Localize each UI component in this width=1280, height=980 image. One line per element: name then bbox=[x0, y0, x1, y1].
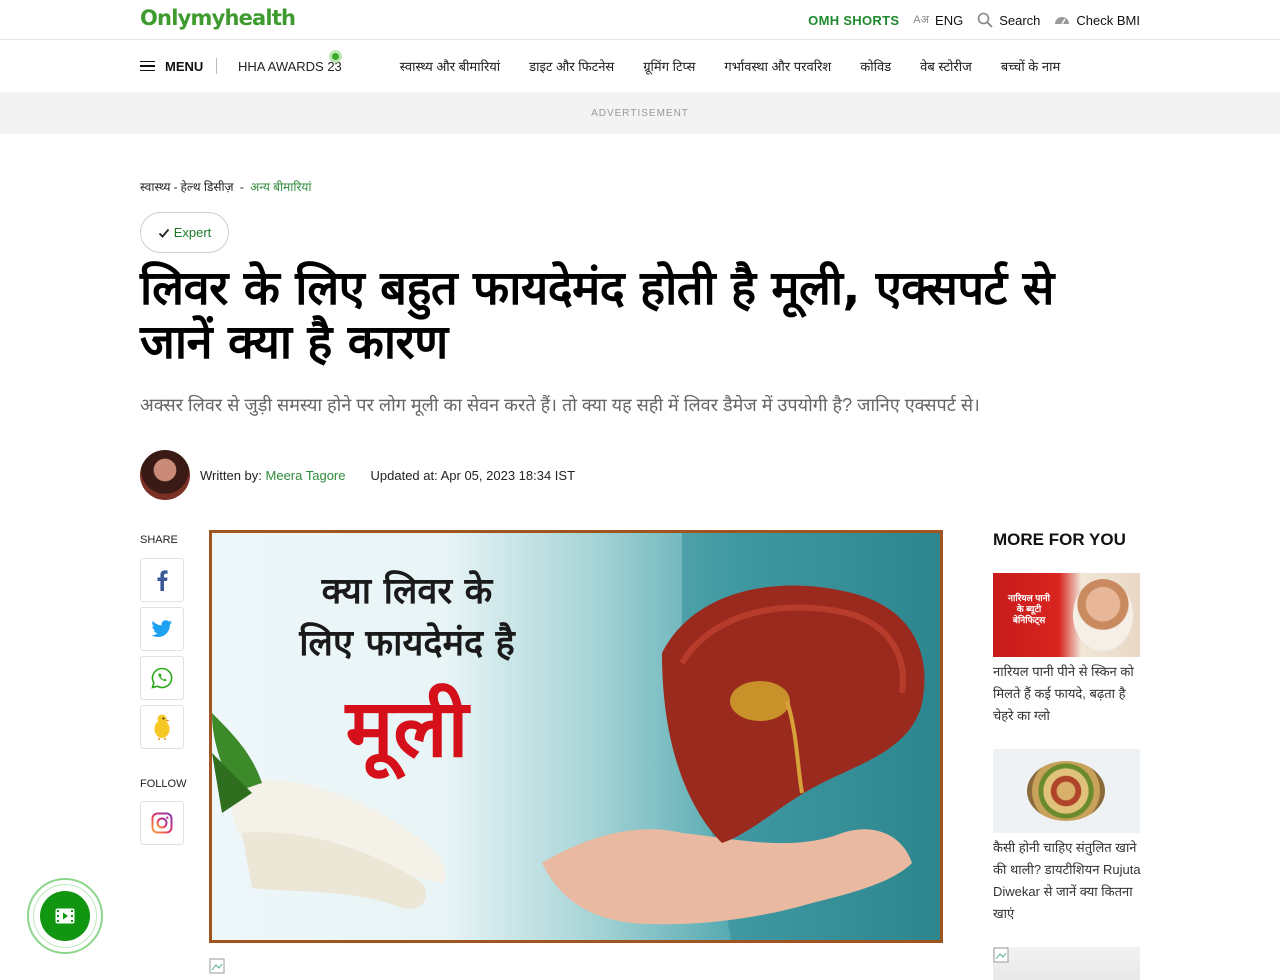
top-right-actions: OMH SHORTS Aअ ENG Search Check BMI bbox=[808, 0, 1140, 40]
article-title: लिवर के लिए बहुत फायदेमंद होती है मूली, … bbox=[140, 261, 1054, 370]
breadcrumb-item-health[interactable]: स्वास्थ्य bbox=[140, 180, 170, 194]
nav-item-hha-awards[interactable]: HHA AWARDS 23 bbox=[238, 59, 342, 74]
main-nav: MENU HHA AWARDS 23 स्वास्थ्य और बीमारिया… bbox=[0, 40, 1280, 92]
menu-button[interactable]: MENU bbox=[140, 40, 218, 92]
twitter-share-button[interactable] bbox=[140, 607, 184, 651]
article-summary: अक्सर लिवर से जुड़ी समस्या होने पर लोग म… bbox=[140, 395, 980, 415]
sidebar-card-1-photo bbox=[1073, 579, 1133, 651]
gauge-icon bbox=[1055, 17, 1070, 25]
top-bar: Onlymyhealth OMH SHORTS Aअ ENG Search Ch… bbox=[0, 0, 1280, 40]
omh-shorts-link[interactable]: OMH SHORTS bbox=[808, 13, 899, 28]
site-logo[interactable]: Onlymyhealth bbox=[140, 6, 296, 30]
language-icon: Aअ bbox=[913, 13, 930, 26]
check-icon bbox=[158, 228, 169, 238]
nav-items: HHA AWARDS 23 स्वास्थ्य और बीमारियां डाइ… bbox=[238, 40, 1060, 92]
search-button[interactable]: Search bbox=[977, 12, 1040, 28]
nav-item-covid[interactable]: कोविड bbox=[860, 57, 891, 75]
broken-image-icon bbox=[993, 947, 1009, 963]
menu-label: MENU bbox=[165, 58, 204, 74]
breadcrumb: स्वास्थ्य - हेल्थ डिसीज़ - अन्य बीमारियां bbox=[140, 180, 312, 194]
instagram-follow-button[interactable] bbox=[140, 801, 184, 845]
expert-label: Expert bbox=[173, 225, 212, 240]
sidebar-card-2-image[interactable] bbox=[993, 749, 1140, 833]
updated-timestamp: Updated at: Apr 05, 2023 18:34 IST bbox=[370, 467, 576, 483]
nav-item-pregnancy[interactable]: गर्भावस्था और परवरिश bbox=[724, 57, 831, 75]
nav-item-grooming[interactable]: ग्रूमिंग टिप्स bbox=[643, 57, 695, 75]
advertisement-label: ADVERTISEMENT bbox=[591, 107, 689, 119]
thali-plate-image bbox=[1027, 761, 1105, 821]
hero-headline-line2: लिए फायदेमंद है bbox=[299, 623, 515, 664]
advertisement-banner[interactable]: ADVERTISEMENT bbox=[0, 92, 1280, 134]
sidebar-card-1-caption: नारियल पानी के ब्यूटी बेनिफिट्स bbox=[1008, 593, 1050, 625]
facebook-icon bbox=[157, 570, 168, 591]
nav-item-baby-names[interactable]: बच्चों के नाम bbox=[1001, 57, 1061, 75]
whatsapp-icon bbox=[151, 667, 173, 689]
twitter-icon bbox=[151, 620, 172, 637]
hamburger-icon bbox=[140, 60, 155, 72]
hero-headline-line1: क्या लिवर के bbox=[321, 571, 493, 612]
article-hero-image[interactable]: क्या लिवर के लिए फायदेमंद है मूली bbox=[209, 530, 943, 943]
sidebar-card-1-image[interactable]: नारियल पानी के ब्यूटी बेनिफिट्स bbox=[993, 573, 1140, 657]
sidebar-card-1-title[interactable]: नारियल पानी पीने से स्किन को मिलते हैं क… bbox=[993, 661, 1143, 727]
author-row: Written by: Meera Tagore Updated at: Apr… bbox=[140, 450, 575, 500]
search-icon bbox=[977, 12, 993, 28]
broken-image-icon bbox=[209, 958, 225, 974]
video-button-core bbox=[40, 891, 90, 941]
more-for-you-title: MORE FOR YOU bbox=[993, 530, 1126, 549]
hero-headline-big: मूली bbox=[345, 682, 469, 775]
written-by-label: Written by: bbox=[200, 467, 262, 483]
live-dot-icon bbox=[328, 50, 342, 63]
koo-share-button[interactable] bbox=[140, 705, 184, 749]
search-label: Search bbox=[999, 12, 1041, 28]
sidebar-card-2-title[interactable]: कैसी होनी चाहिए संतुलित खाने की थाली? डा… bbox=[993, 837, 1143, 925]
expert-badge[interactable]: Expert bbox=[140, 212, 229, 253]
language-switch[interactable]: Aअ ENG bbox=[913, 13, 963, 28]
instagram-icon bbox=[151, 812, 173, 834]
language-label: ENG bbox=[935, 12, 964, 28]
breadcrumb-item-other-diseases[interactable]: अन्य बीमारियां bbox=[250, 180, 311, 194]
check-bmi-label: Check BMI bbox=[1076, 12, 1140, 28]
breadcrumb-item-health-disease[interactable]: हेल्थ डिसीज़ bbox=[180, 180, 233, 194]
share-label: SHARE bbox=[140, 534, 178, 546]
author-avatar[interactable] bbox=[140, 450, 190, 500]
nav-item-web-stories[interactable]: वेब स्टोरीज bbox=[920, 57, 972, 75]
follow-label: FOLLOW bbox=[140, 778, 187, 790]
author-name-link[interactable]: Meera Tagore bbox=[266, 468, 346, 483]
facebook-share-button[interactable] bbox=[140, 558, 184, 602]
whatsapp-share-button[interactable] bbox=[140, 656, 184, 700]
nav-item-health-diseases[interactable]: स्वास्थ्य और बीमारियां bbox=[400, 57, 500, 75]
film-play-icon bbox=[55, 908, 75, 924]
sidebar-card-3-image[interactable] bbox=[993, 947, 1140, 980]
video-shorts-floating-button[interactable] bbox=[27, 878, 103, 954]
koo-bird-icon bbox=[154, 714, 170, 740]
check-bmi-button[interactable]: Check BMI bbox=[1054, 12, 1140, 28]
nav-item-diet-fitness[interactable]: डाइट और फिटनेस bbox=[529, 57, 614, 75]
